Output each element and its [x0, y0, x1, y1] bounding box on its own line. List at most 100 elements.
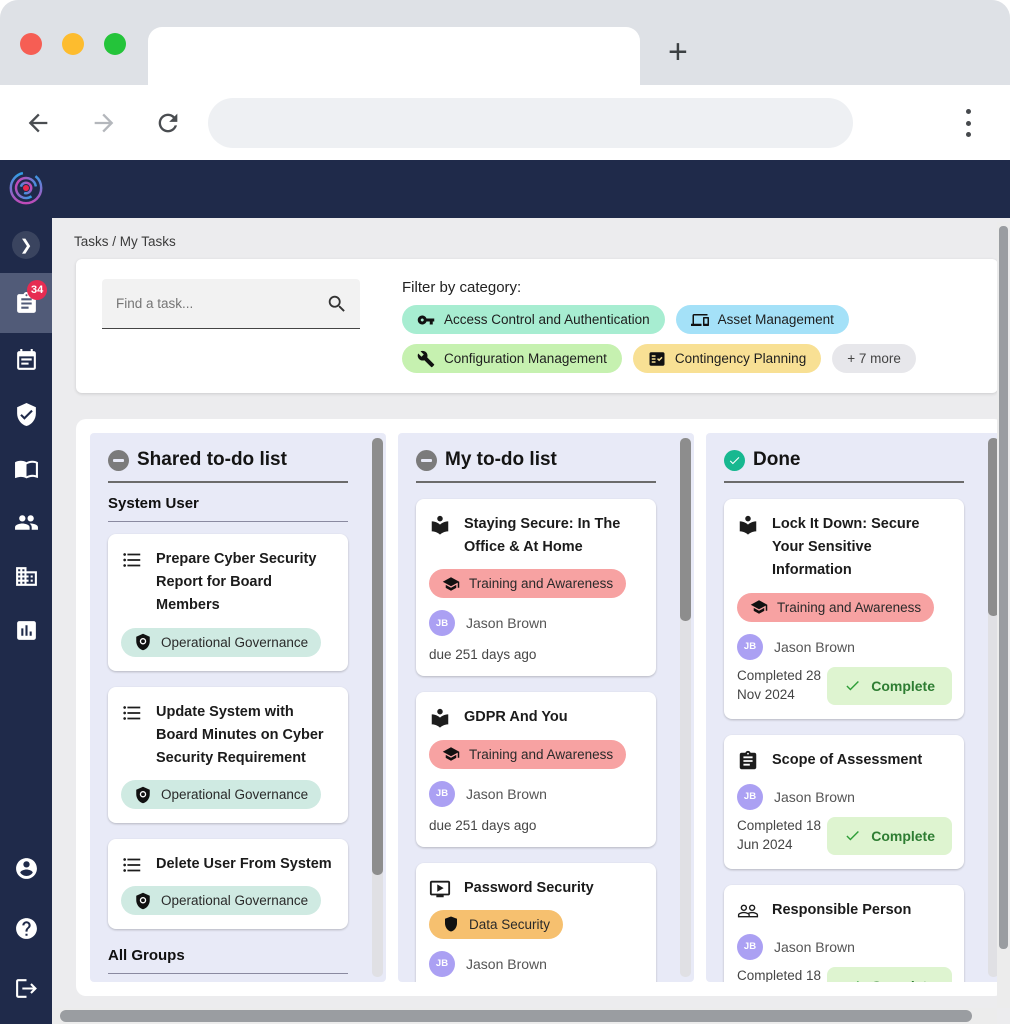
- calendar-icon: [14, 348, 39, 373]
- task-search-field[interactable]: [102, 279, 360, 329]
- shield-icon: [442, 915, 460, 933]
- sidebar-item-tasks[interactable]: 34: [0, 273, 52, 333]
- category-badge: Operational Governance: [121, 780, 322, 810]
- school-icon: [442, 575, 460, 593]
- assignee-name: Jason Brown: [466, 955, 547, 972]
- new-tab-button[interactable]: +: [668, 32, 688, 72]
- app-header-bar: [0, 160, 1010, 218]
- category-badge: Training and Awareness: [737, 592, 935, 622]
- bar-chart-icon: [14, 618, 39, 643]
- task-card[interactable]: Delete User From System Operational Gove…: [108, 839, 348, 930]
- address-bar[interactable]: [208, 97, 853, 148]
- section-heading: All Groups: [108, 947, 185, 965]
- completed-date: Completed 18 Jun 2024: [737, 968, 822, 982]
- list-icon: [121, 854, 143, 876]
- sidebar-item-account[interactable]: [0, 838, 52, 898]
- filter-panel: Filter by category: Access Control and A…: [76, 259, 998, 393]
- school-icon: [750, 598, 768, 616]
- window-controls: [20, 33, 126, 55]
- sidebar-item-people[interactable]: [0, 495, 52, 549]
- tasks-count-badge: 34: [27, 280, 48, 300]
- column-scrollbar[interactable]: [372, 438, 383, 977]
- people-icon: [14, 510, 39, 535]
- task-card[interactable]: Password Security Data Security JB Jason…: [416, 862, 656, 982]
- tab-strip: +: [0, 0, 1010, 85]
- list-icon: [121, 549, 143, 571]
- task-card[interactable]: Scope of Assessment JB Jason Brown Compl…: [724, 734, 964, 869]
- groups-icon: [737, 900, 759, 922]
- column-scrollbar[interactable]: [680, 438, 691, 977]
- chip-contingency-planning[interactable]: Contingency Planning: [632, 344, 822, 373]
- main-content: Tasks / My Tasks Filter by category: Acc…: [52, 218, 1010, 1024]
- task-card[interactable]: Responsible Person JB Jason Brown Comple…: [724, 884, 964, 982]
- filter-label: Filter by category:: [402, 279, 522, 296]
- category-badge: Data Security: [429, 909, 564, 939]
- sidebar-item-calendar[interactable]: [0, 333, 52, 387]
- app-sidebar: ❯ 34: [0, 160, 52, 1024]
- sidebar-item-knowledge[interactable]: [0, 441, 52, 495]
- sidebar-item-reports[interactable]: [0, 603, 52, 657]
- video-icon: [429, 878, 451, 900]
- due-date: due 251 days ago: [429, 817, 537, 833]
- policy-shield-icon: [134, 892, 152, 910]
- maximize-window-button[interactable]: [104, 33, 126, 55]
- check-circle-icon[interactable]: [724, 449, 745, 471]
- browser-tab[interactable]: [148, 27, 640, 85]
- search-icon: [326, 293, 348, 315]
- minus-circle-icon[interactable]: [108, 449, 129, 471]
- reload-icon[interactable]: [154, 109, 182, 137]
- column-my-todo: My to-do list Staying Secure: In The Off…: [398, 433, 694, 982]
- minus-circle-icon[interactable]: [416, 449, 437, 471]
- sidebar-item-compliance[interactable]: [0, 387, 52, 441]
- account-icon: [14, 856, 39, 881]
- assignee-name: Jason Brown: [774, 938, 855, 955]
- status-badge: Complete: [827, 966, 952, 982]
- column-shared-todo: Shared to-do list System User Prepare Cy…: [90, 433, 386, 982]
- status-badge: Complete: [827, 816, 952, 855]
- vertical-scrollbar[interactable]: [997, 222, 1010, 1008]
- close-window-button[interactable]: [20, 33, 42, 55]
- horizontal-scrollbar[interactable]: [52, 1008, 997, 1024]
- task-title: Scope of Assessment: [772, 751, 923, 768]
- minimize-window-button[interactable]: [62, 33, 84, 55]
- task-card[interactable]: GDPR And You Training and Awareness JB J…: [416, 692, 656, 847]
- sidebar-expand-button[interactable]: ❯: [12, 231, 40, 259]
- shield-check-icon: [14, 402, 39, 427]
- chip-configuration-management[interactable]: Configuration Management: [402, 344, 622, 373]
- assignment-icon: [737, 750, 759, 772]
- chip-asset-management[interactable]: Asset Management: [675, 305, 849, 334]
- browser-menu-icon[interactable]: [958, 106, 978, 140]
- avatar: JB: [737, 933, 763, 960]
- task-title: Lock It Down: Secure Your Sensitive Info…: [772, 516, 920, 579]
- chip-more-categories[interactable]: + 7 more: [832, 344, 916, 373]
- task-card[interactable]: Lock It Down: Secure Your Sensitive Info…: [724, 499, 964, 719]
- sidebar-item-organisation[interactable]: [0, 549, 52, 603]
- category-badge: Training and Awareness: [429, 739, 627, 769]
- category-badge: Operational Governance: [121, 886, 322, 916]
- avatar: JB: [429, 610, 455, 637]
- library-icon: [737, 514, 759, 536]
- check-icon: [844, 977, 861, 982]
- column-title: Shared to-do list: [137, 449, 287, 470]
- completed-date: Completed 18 Jun 2024: [737, 817, 822, 852]
- sidebar-item-logout[interactable]: [0, 958, 52, 1018]
- avatar: JB: [737, 633, 763, 660]
- chip-access-control[interactable]: Access Control and Authentication: [402, 305, 665, 334]
- book-icon: [14, 456, 39, 481]
- forward-icon[interactable]: [90, 109, 118, 137]
- task-title: Staying Secure: In The Office & At Home: [464, 516, 621, 556]
- task-card[interactable]: Prepare Cyber Security Report for Board …: [108, 534, 348, 671]
- task-title: GDPR And You: [464, 709, 568, 726]
- avatar: JB: [737, 783, 763, 810]
- task-title: Delete User From System: [156, 856, 332, 873]
- sidebar-item-help[interactable]: [0, 898, 52, 958]
- back-icon[interactable]: [24, 109, 52, 137]
- building-icon: [14, 564, 39, 589]
- column-title: Done: [753, 449, 801, 470]
- task-card[interactable]: Staying Secure: In The Office & At Home …: [416, 499, 656, 677]
- task-card[interactable]: Update System with Board Minutes on Cybe…: [108, 686, 348, 824]
- check-icon: [844, 827, 861, 844]
- task-title: Prepare Cyber Security Report for Board …: [156, 551, 317, 614]
- task-title: Password Security: [464, 879, 594, 896]
- search-input[interactable]: [116, 296, 326, 311]
